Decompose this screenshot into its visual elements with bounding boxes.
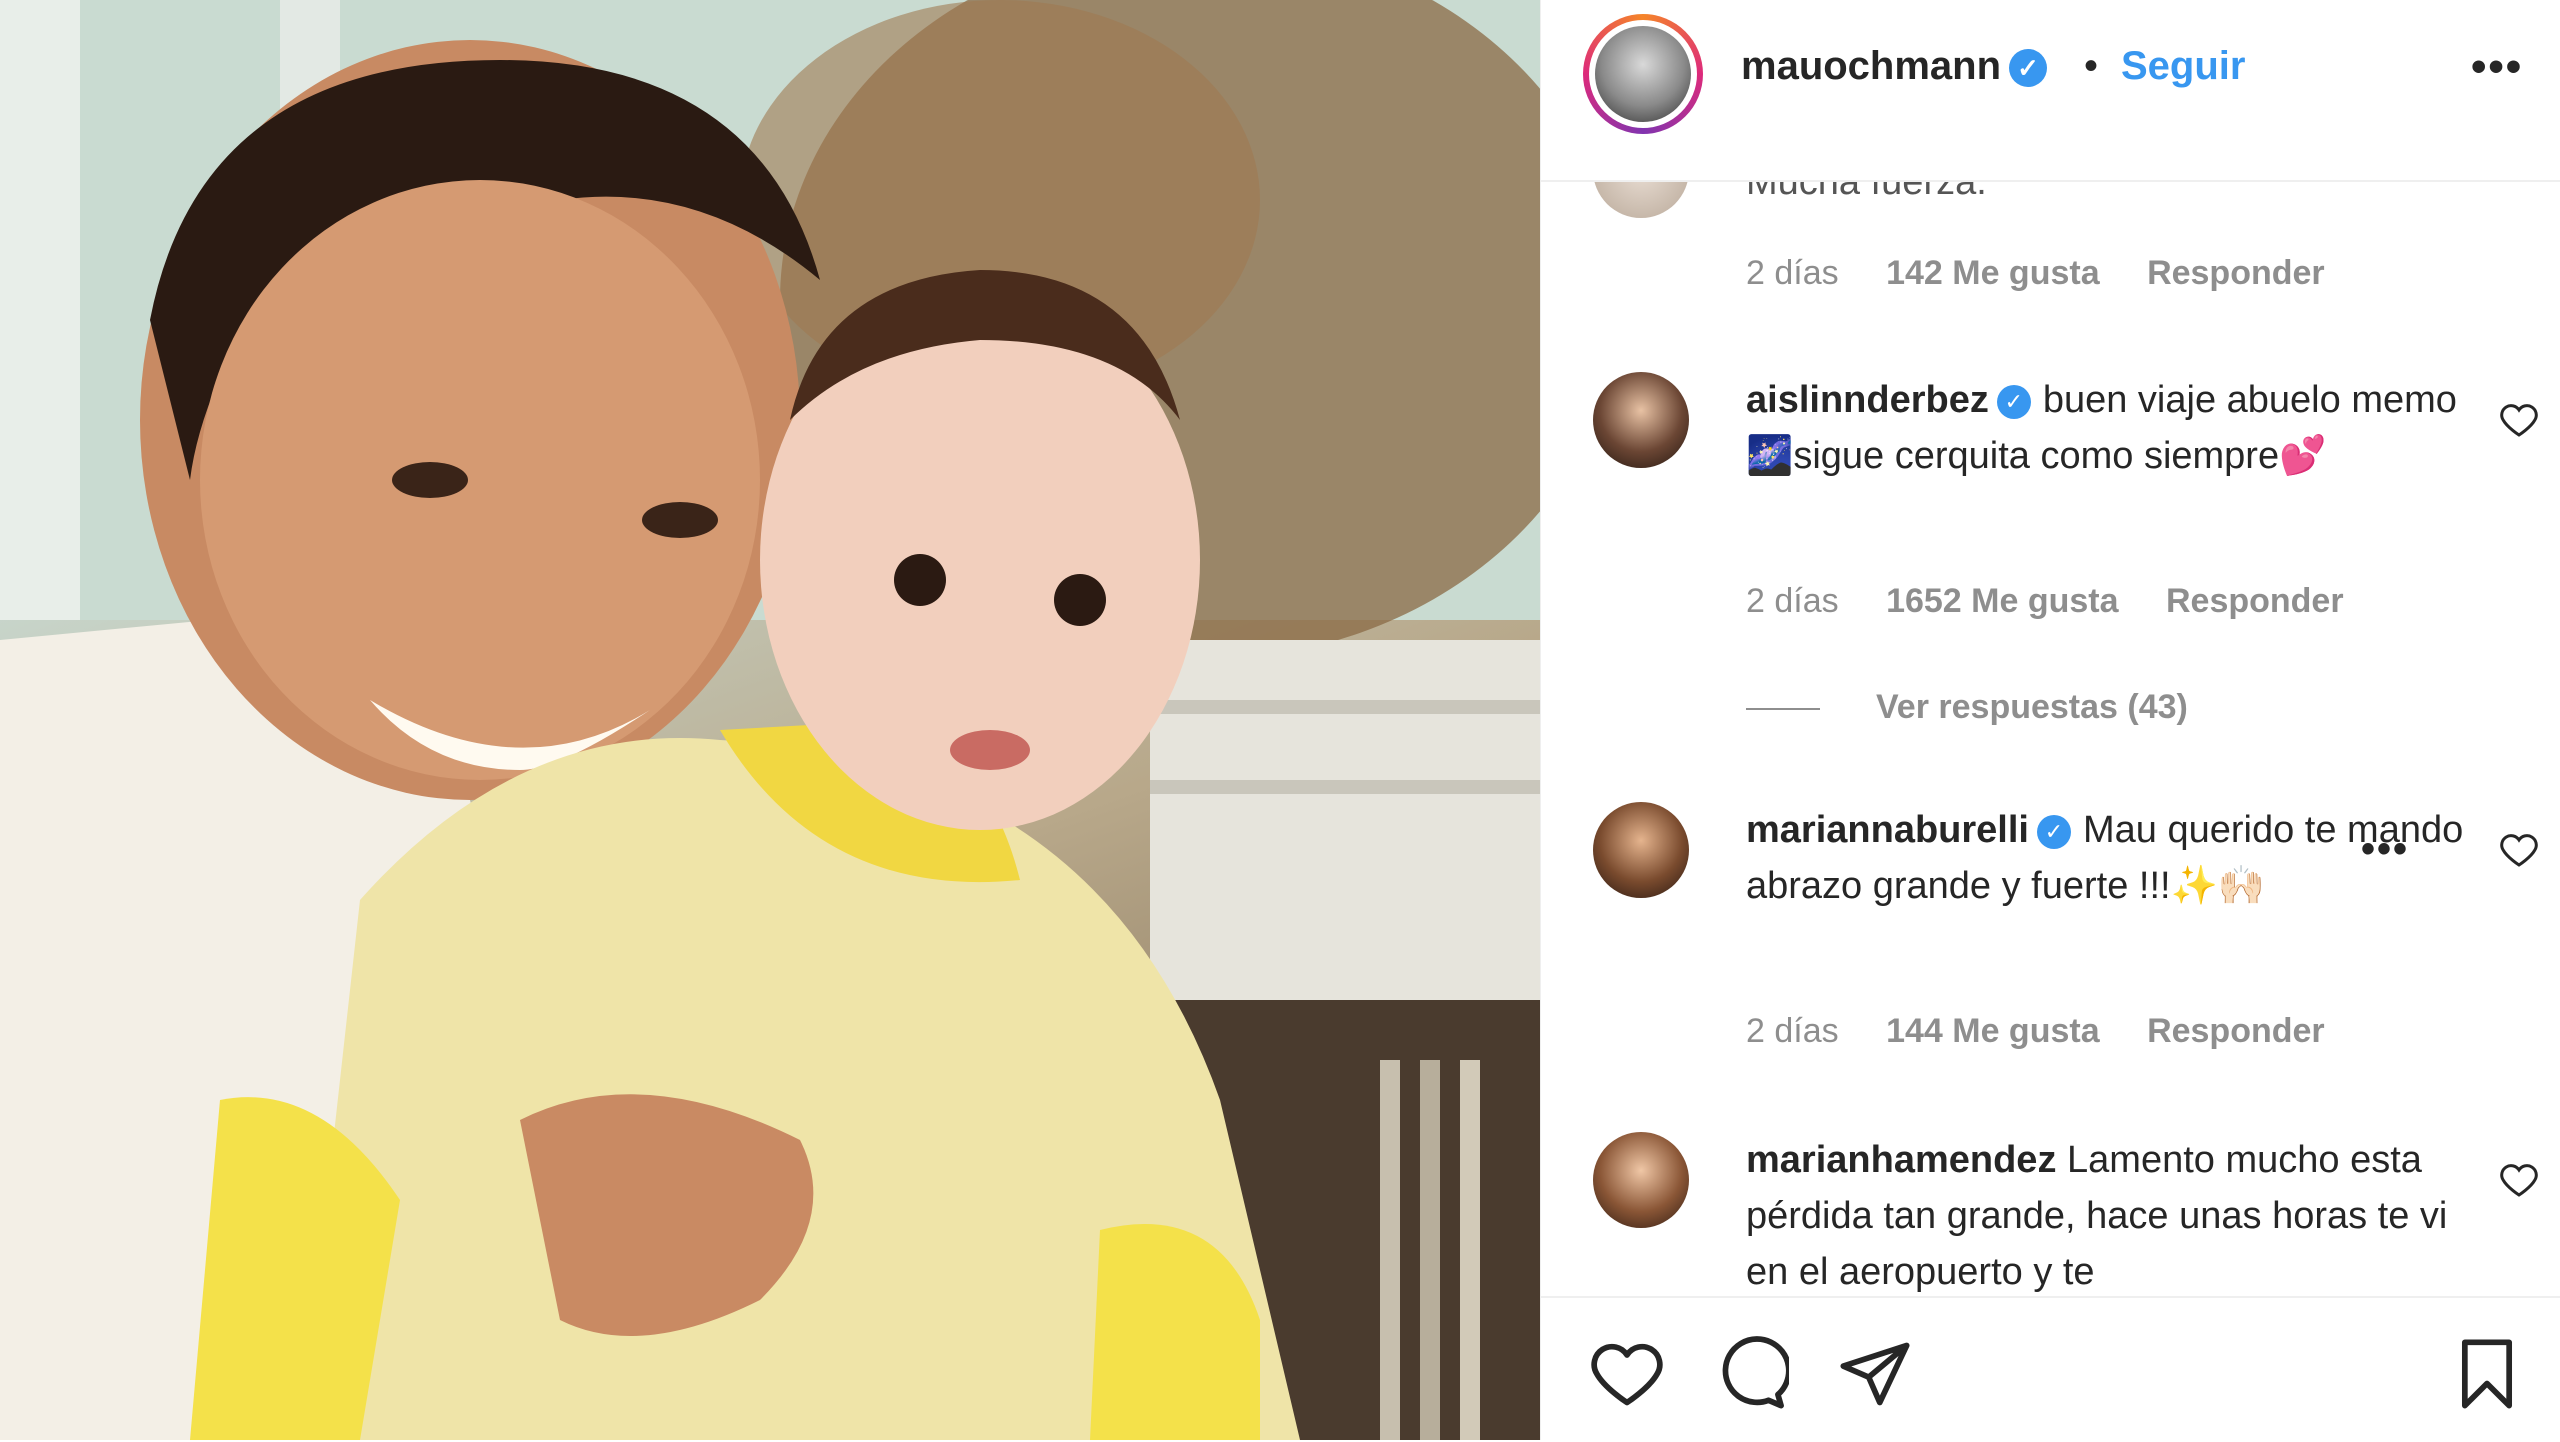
comment-meta: 2 días 144 Me gusta Responder [1746, 1012, 2363, 1051]
heart-icon[interactable] [1589, 1336, 1665, 1412]
view-replies-label: Ver respuestas (43) [1876, 688, 2188, 726]
comment-avatar[interactable] [1593, 372, 1689, 468]
bookmark-icon[interactable] [2449, 1336, 2525, 1412]
comments-panel: mauochmann ✓ • Seguir ••• Mucha fuerza. 2… [1540, 0, 2560, 1440]
comment-age: 2 días [1746, 582, 1839, 620]
comment-body: mariannaburelli ✓ Mau querido te mando abr… [1746, 802, 2466, 914]
post-photo[interactable] [0, 0, 1540, 1440]
username-text: mauochmann [1741, 44, 2002, 88]
reply-button[interactable]: Responder [2147, 1012, 2325, 1050]
username-link[interactable]: mauochmann ✓ [1741, 44, 2048, 89]
comment-username[interactable]: marianhamendez [1746, 1139, 2056, 1181]
reply-button[interactable]: Responder [2166, 582, 2344, 620]
separator-dot: • [2084, 44, 2099, 88]
comment-likes[interactable]: 142 Me gusta [1886, 254, 2100, 292]
avatar-image [1595, 26, 1691, 122]
comment-like-heart-icon[interactable] [2499, 400, 2539, 440]
comment-username[interactable]: mariannaburelli [1746, 809, 2029, 851]
view-replies-button[interactable]: Ver respuestas (43) [1746, 688, 2188, 727]
view-replies-line [1746, 708, 1820, 711]
comment-avatar[interactable] [1593, 182, 1689, 218]
comment-options-icon[interactable]: ••• [2361, 827, 2409, 872]
comment-age: 2 días [1746, 1012, 1839, 1050]
verified-badge-icon: ✓ [2036, 814, 2071, 849]
more-options-icon[interactable]: ••• [2471, 42, 2523, 92]
comment-avatar[interactable] [1593, 802, 1689, 898]
comment-avatar[interactable] [1593, 1132, 1689, 1228]
send-icon[interactable] [1837, 1336, 1913, 1412]
photo-illustration [0, 0, 1540, 1440]
comment-body: marianhamendez Lamento mucho esta pérdid… [1746, 1132, 2466, 1292]
post-actions-bar [1541, 1296, 2560, 1442]
comment-likes[interactable]: 1652 Me gusta [1886, 582, 2118, 620]
post-header: mauochmann ✓ • Seguir ••• [1541, 0, 2560, 182]
verified-badge-icon: ✓ [1996, 384, 2031, 419]
comment-meta: 2 días 1652 Me gusta Responder [1746, 582, 2382, 621]
comment-like-heart-icon[interactable] [2499, 830, 2539, 870]
comment-username[interactable]: aislinnderbez [1746, 379, 1989, 421]
verified-badge-icon: ✓ [2009, 49, 2048, 88]
comment-icon[interactable] [1713, 1336, 1789, 1412]
profile-avatar[interactable] [1583, 14, 1703, 134]
reply-button[interactable]: Responder [2147, 254, 2325, 292]
comment-likes[interactable]: 144 Me gusta [1886, 1012, 2100, 1050]
comment-text: Mucha fuerza. [1746, 182, 1987, 203]
follow-button[interactable]: Seguir [2121, 44, 2245, 89]
comment-meta: 2 días 142 Me gusta Responder [1746, 254, 2363, 293]
comments-list[interactable]: Mucha fuerza. 2 días 142 Me gusta Respon… [1541, 182, 2560, 1292]
comment-age: 2 días [1746, 254, 1839, 292]
comment-like-heart-icon[interactable] [2499, 1160, 2539, 1200]
comment-body: aislinnderbez ✓ buen viaje abuelo memo 🌌si… [1746, 372, 2466, 484]
instagram-post-view: mauochmann ✓ • Seguir ••• Mucha fuerza. 2… [0, 0, 2560, 1440]
